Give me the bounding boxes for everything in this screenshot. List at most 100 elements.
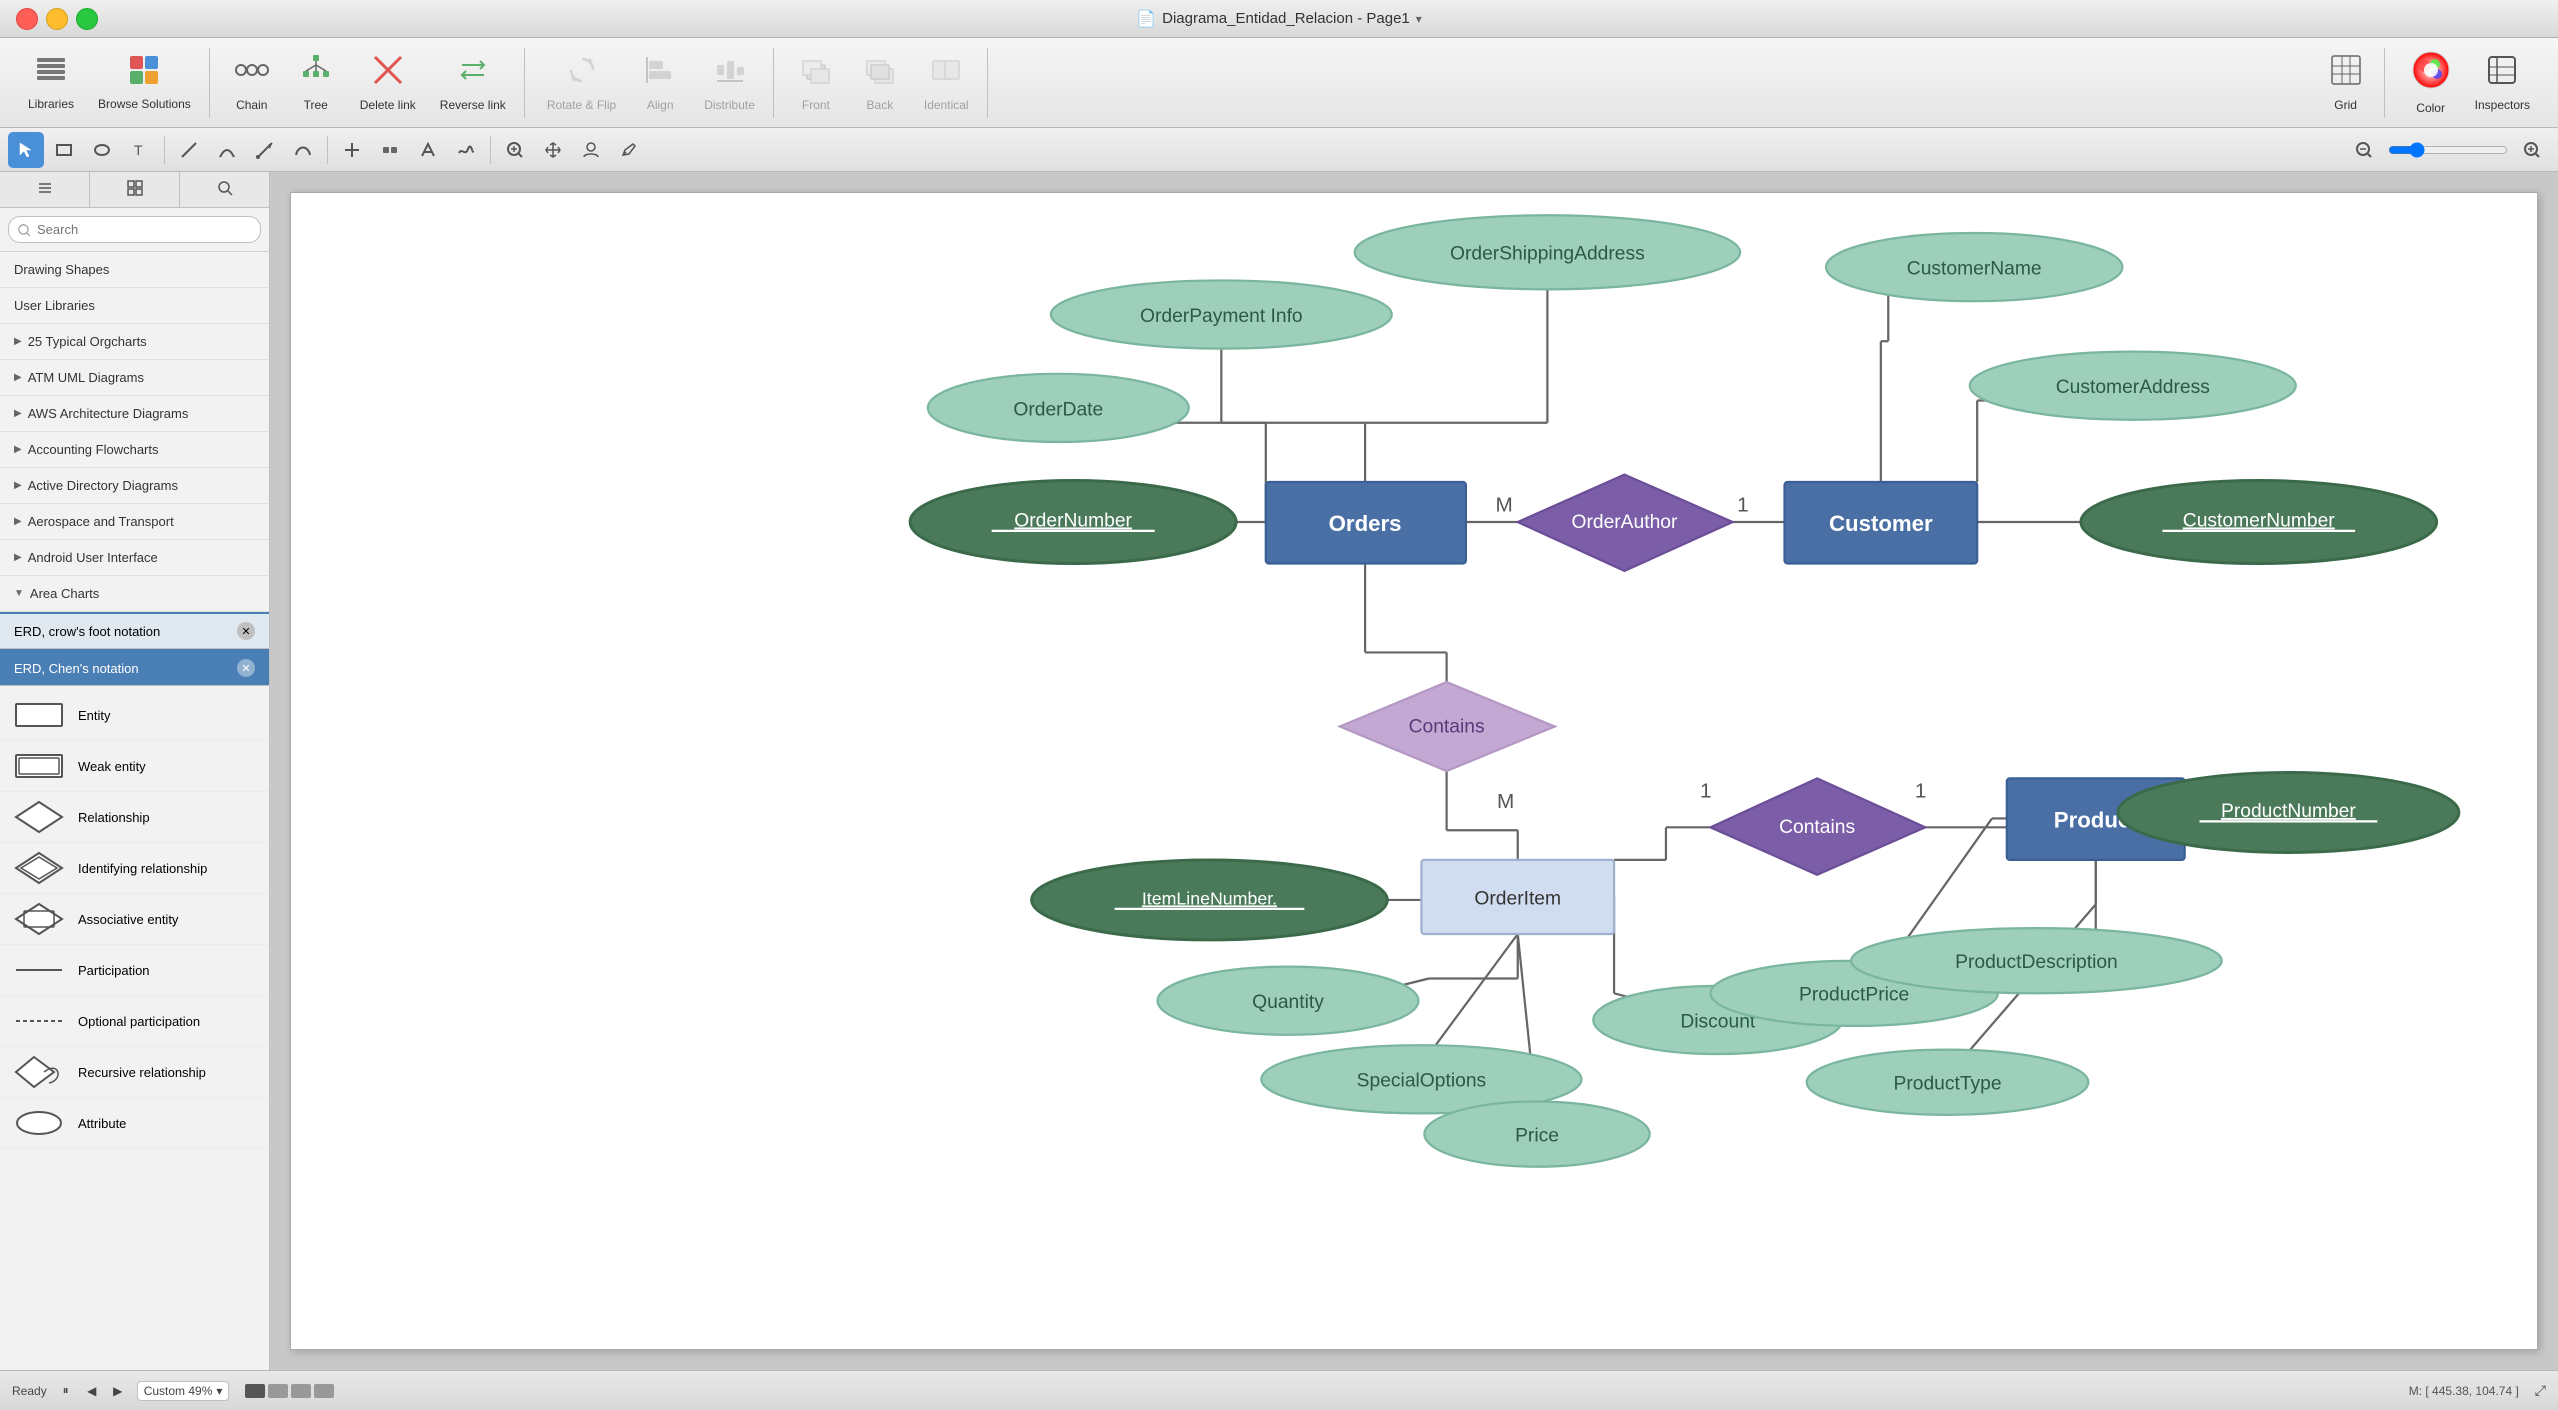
zoom-out-button[interactable]: [2346, 132, 2382, 168]
zoom-controls: [2346, 132, 2550, 168]
sidebar-item-aerospace[interactable]: ▶ Aerospace and Transport: [0, 504, 269, 540]
user-tool[interactable]: [573, 132, 609, 168]
identical-label: Identical: [924, 98, 969, 112]
sidebar-item-active-directory[interactable]: ▶ Active Directory Diagrams: [0, 468, 269, 504]
sidebar-item-user-libraries[interactable]: User Libraries: [0, 288, 269, 324]
page-icon-1[interactable]: [245, 1384, 265, 1398]
distribute-button[interactable]: Distribute: [694, 47, 765, 118]
search-box: [0, 208, 269, 252]
page-icon-4[interactable]: [314, 1384, 334, 1398]
erd-crow-label: ERD, crow's foot notation: [14, 624, 160, 639]
attribute-label: Attribute: [78, 1116, 126, 1131]
identifying-rel-preview: [14, 851, 64, 885]
shape-item-attribute[interactable]: Attribute: [0, 1098, 269, 1149]
svg-text:OrderShippingAddress: OrderShippingAddress: [1450, 244, 1645, 265]
sidebar-tab-grid[interactable]: [90, 172, 180, 207]
erd-chen-close[interactable]: ✕: [237, 659, 255, 677]
back-button[interactable]: Back: [850, 47, 910, 118]
order-group: Front Back Identical: [778, 48, 988, 118]
color-label: Color: [2416, 101, 2445, 115]
erd-chen-header[interactable]: ERD, Chen's notation ✕: [0, 651, 269, 686]
path-tool[interactable]: [410, 132, 446, 168]
delete-link-button[interactable]: Delete link: [350, 47, 426, 118]
select-tool[interactable]: [8, 132, 44, 168]
drawing-toolbar: T: [0, 128, 2558, 172]
svg-text:M: M: [1497, 790, 1514, 813]
align-label: Align: [647, 98, 674, 112]
svg-text:OrderDate: OrderDate: [1013, 399, 1103, 420]
prev-page-button[interactable]: ◀: [81, 1380, 103, 1402]
shape-item-optional-participation[interactable]: Optional participation: [0, 996, 269, 1047]
svg-text:OrderItem: OrderItem: [1474, 888, 1561, 909]
libraries-button[interactable]: Libraries: [18, 48, 84, 117]
canvas-area[interactable]: M 1 1 M 1 1 OrderShippingAddress Custome…: [270, 172, 2558, 1370]
tree-icon: [299, 53, 333, 94]
pan-tool[interactable]: [535, 132, 571, 168]
shape-item-identifying-rel[interactable]: Identifying relationship: [0, 843, 269, 894]
zoom-select[interactable]: Custom 49% ▾: [137, 1381, 230, 1401]
maximize-button[interactable]: [76, 8, 98, 30]
sidebar-item-drawing-shapes[interactable]: Drawing Shapes: [0, 252, 269, 288]
split-tool[interactable]: [334, 132, 370, 168]
zoom-in-icon[interactable]: [497, 132, 533, 168]
text-tool[interactable]: T: [122, 132, 158, 168]
front-button[interactable]: Front: [786, 47, 846, 118]
freehand-tool[interactable]: [448, 132, 484, 168]
chevron-right-icon: ▶: [14, 336, 22, 347]
erd-crow-close[interactable]: ✕: [237, 622, 255, 640]
search-input[interactable]: [8, 216, 261, 243]
page-icon-3[interactable]: [291, 1384, 311, 1398]
sidebar-item-label: User Libraries: [14, 298, 95, 313]
browse-solutions-button[interactable]: Browse Solutions: [88, 48, 201, 117]
svg-text:ProductDescription: ProductDescription: [1955, 952, 2118, 973]
close-button[interactable]: [16, 8, 38, 30]
participation-preview: [14, 953, 64, 987]
ellipse-tool[interactable]: [84, 132, 120, 168]
sidebar-item-aws-arch[interactable]: ▶ AWS Architecture Diagrams: [0, 396, 269, 432]
grid-button[interactable]: Grid: [2316, 47, 2376, 118]
shape-item-weak-entity[interactable]: Weak entity: [0, 741, 269, 792]
reverse-link-button[interactable]: Reverse link: [430, 47, 516, 118]
tree-button[interactable]: Tree: [286, 47, 346, 118]
next-page-button[interactable]: ▶: [107, 1380, 129, 1402]
sidebar-tab-list[interactable]: [0, 172, 90, 207]
sidebar-item-25-orgcharts[interactable]: ▶ 25 Typical Orgcharts: [0, 324, 269, 360]
chevron-right-icon: ▶: [14, 372, 22, 383]
minimize-button[interactable]: [46, 8, 68, 30]
bezier-tool[interactable]: [285, 132, 321, 168]
shape-item-participation[interactable]: Participation: [0, 945, 269, 996]
connector-tool[interactable]: [247, 132, 283, 168]
rectangle-tool[interactable]: [46, 132, 82, 168]
pause-button[interactable]: ⏸: [55, 1380, 77, 1402]
shape-item-recursive-rel[interactable]: Recursive relationship: [0, 1047, 269, 1098]
erd-crow-header[interactable]: ERD, crow's foot notation ✕: [0, 614, 269, 649]
sidebar-item-android-ui[interactable]: ▶ Android User Interface: [0, 540, 269, 576]
page-icon-2[interactable]: [268, 1384, 288, 1398]
expand-button[interactable]: ⤢: [2535, 1382, 2546, 1399]
sidebar-item-accounting[interactable]: ▶ Accounting Flowcharts: [0, 432, 269, 468]
line-tool[interactable]: [171, 132, 207, 168]
shape-item-relationship[interactable]: Relationship: [0, 792, 269, 843]
shape-item-associative[interactable]: Associative entity: [0, 894, 269, 945]
align-button[interactable]: Align: [630, 47, 690, 118]
zoom-in-button[interactable]: [2514, 132, 2550, 168]
erd-chen-panel: ERD, Chen's notation ✕ Entity: [0, 649, 269, 1153]
identical-button[interactable]: Identical: [914, 47, 979, 118]
arc-tool[interactable]: [209, 132, 245, 168]
chain-label: Chain: [236, 98, 267, 112]
grid-group: Grid: [2308, 48, 2385, 118]
sidebar-item-atm-uml[interactable]: ▶ ATM UML Diagrams: [0, 360, 269, 396]
svg-text:OrderPayment Info: OrderPayment Info: [1140, 306, 1303, 327]
join-tool[interactable]: [372, 132, 408, 168]
diagram-canvas[interactable]: M 1 1 M 1 1 OrderShippingAddress Custome…: [290, 192, 2538, 1350]
sidebar-item-area-charts[interactable]: ▼ Area Charts: [0, 576, 269, 612]
zoom-slider[interactable]: [2388, 142, 2508, 158]
color-button[interactable]: Color: [2401, 44, 2461, 121]
chain-button[interactable]: Chain: [222, 47, 282, 118]
shape-item-entity[interactable]: Entity: [0, 690, 269, 741]
pen-tool[interactable]: [611, 132, 647, 168]
inspectors-button[interactable]: Inspectors: [2465, 47, 2540, 118]
rotate-flip-button[interactable]: Rotate & Flip: [537, 47, 626, 118]
optional-participation-preview: [14, 1004, 64, 1038]
sidebar-tab-search[interactable]: [180, 172, 269, 207]
